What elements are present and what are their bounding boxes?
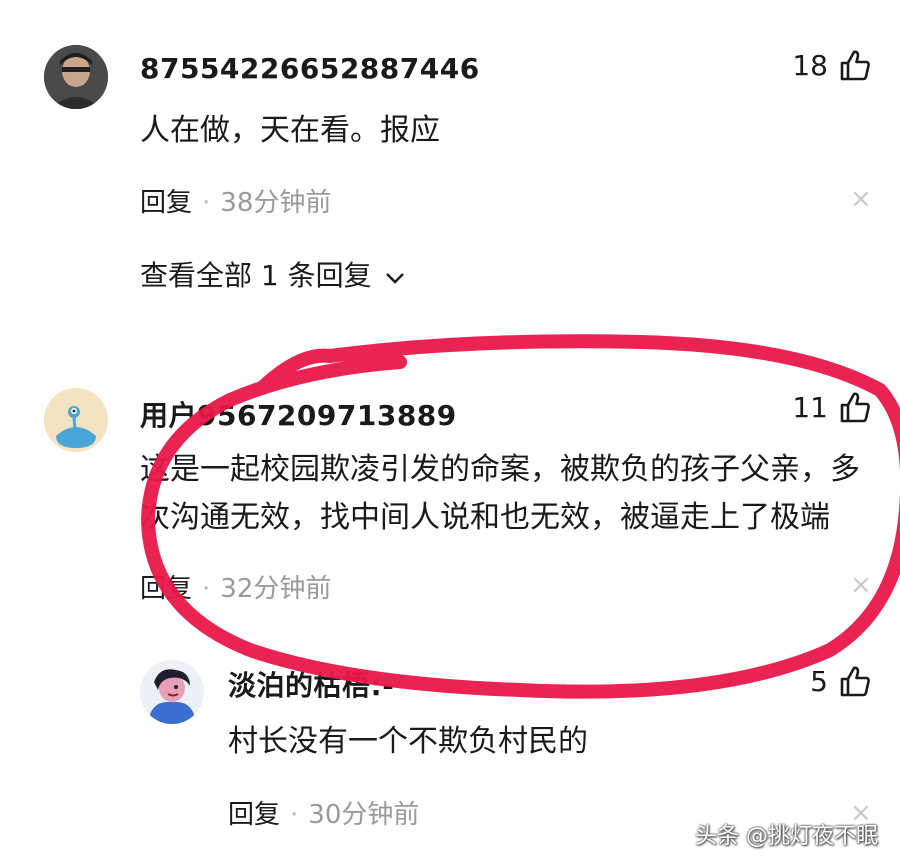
chevron-down-icon [385, 273, 404, 284]
close-icon[interactable]: × [850, 570, 872, 600]
avatar[interactable] [44, 388, 108, 452]
comment-meta: 回复 · 38分钟前 [140, 182, 331, 219]
cartoon-avatar-icon [140, 660, 204, 724]
timestamp: 38分钟前 [220, 188, 332, 218]
like-button[interactable]: 18 [792, 48, 872, 82]
separator: · [202, 574, 211, 604]
comment-meta: 回复 · 32分钟前 [140, 568, 331, 605]
like-count: 5 [810, 664, 828, 698]
thumbs-up-icon [840, 392, 870, 423]
username[interactable]: 淡泊的枯梧:- [228, 664, 394, 704]
watermark: 头条 @挑灯夜不眠 [695, 824, 878, 849]
view-replies-link[interactable]: 查看全部 1 条回复 [140, 254, 405, 294]
reply-button[interactable]: 回复 [140, 574, 192, 604]
reply-button[interactable]: 回复 [140, 188, 192, 218]
like-button[interactable]: 11 [792, 390, 872, 424]
username[interactable]: 87554226652887446 [140, 52, 480, 85]
timestamp: 30分钟前 [308, 800, 420, 830]
cartoon-avatar-icon [44, 388, 108, 452]
view-replies-label: 查看全部 1 条回复 [140, 259, 372, 292]
separator: · [202, 188, 211, 218]
comment-text-line-1: 这是一起校园欺凌引发的命案，被欺负的孩子父亲，多 [140, 452, 860, 487]
thumbs-up-icon [840, 666, 870, 697]
close-icon[interactable]: × [850, 184, 872, 214]
timestamp: 32分钟前 [220, 574, 332, 604]
comment-text-line-2: 次沟通无效，找中间人说和也无效，被逼走上了极端 [140, 500, 830, 535]
reply-button[interactable]: 回复 [228, 800, 280, 830]
thumbs-up-icon [840, 50, 870, 81]
avatar[interactable] [44, 45, 108, 109]
user-photo-icon [44, 45, 108, 109]
like-button[interactable]: 5 [810, 664, 872, 698]
like-count: 18 [792, 48, 828, 82]
like-count: 11 [792, 390, 828, 424]
comment-text: 村长没有一个不欺负村民的 [228, 724, 588, 759]
username[interactable]: 用户9567209713889 [140, 394, 457, 434]
separator: · [290, 800, 299, 830]
comment-meta: 回复 · 30分钟前 [228, 794, 419, 831]
avatar[interactable] [140, 660, 204, 724]
comment-text: 人在做，天在看。报应 [140, 113, 440, 148]
